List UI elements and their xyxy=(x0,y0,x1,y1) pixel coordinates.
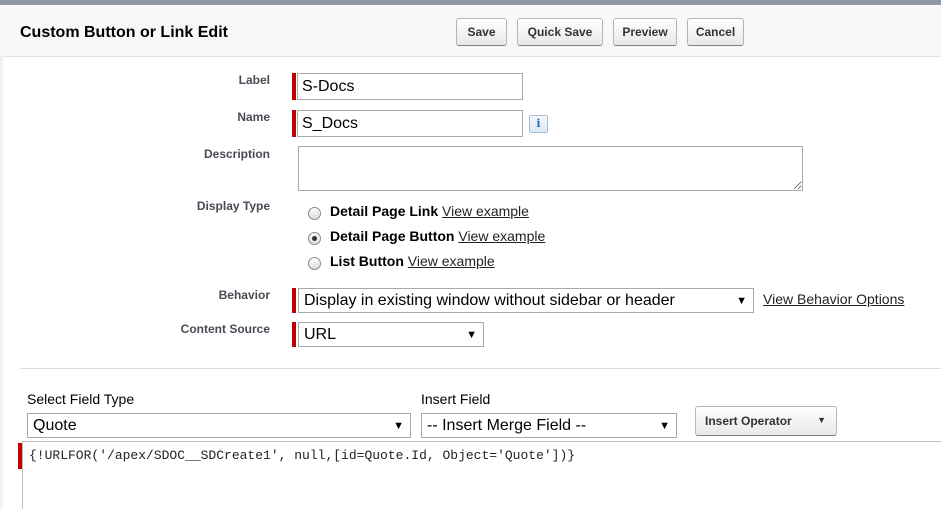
page-header: Custom Button or Link Edit Save Quick Sa… xyxy=(0,5,941,57)
page-title: Custom Button or Link Edit xyxy=(20,24,228,41)
display-type-field-label: Display Type xyxy=(196,199,270,213)
field-type-select[interactable]: Quote ▼ xyxy=(27,413,411,438)
formula-editor[interactable]: {!URLFOR('/apex/SDOC__SDCreate1', null,[… xyxy=(22,441,941,509)
view-example-link[interactable]: View example xyxy=(408,253,495,269)
info-icon[interactable]: i xyxy=(529,115,548,133)
radio-list-button[interactable] xyxy=(308,257,321,270)
preview-button[interactable]: Preview xyxy=(613,18,677,46)
view-example-link[interactable]: View example xyxy=(458,228,545,244)
required-marker xyxy=(292,322,296,347)
behavior-field-label: Behavior xyxy=(218,288,270,302)
name-input[interactable] xyxy=(297,110,523,137)
option-list-button: List Button View example xyxy=(330,253,495,269)
view-example-link[interactable]: View example xyxy=(442,203,529,219)
view-behavior-options-link[interactable]: View Behavior Options xyxy=(763,291,904,307)
chevron-down-icon: ▼ xyxy=(393,420,404,432)
option-detail-page-button: Detail Page Button View example xyxy=(330,228,545,244)
radio-detail-page-button[interactable] xyxy=(308,232,321,245)
description-textarea[interactable] xyxy=(298,146,803,191)
content-source-value: URL xyxy=(304,326,337,343)
insert-field-value: -- Insert Merge Field -- xyxy=(427,417,587,434)
option-detail-page-link: Detail Page Link View example xyxy=(330,203,529,219)
content-source-field-label: Content Source xyxy=(180,322,270,336)
description-field-label: Description xyxy=(203,147,270,161)
quick-save-button[interactable]: Quick Save xyxy=(517,18,603,46)
content-source-select[interactable]: URL ▼ xyxy=(298,322,484,347)
save-button[interactable]: Save xyxy=(456,18,507,46)
required-marker xyxy=(292,110,296,137)
section-divider xyxy=(20,368,941,369)
required-marker xyxy=(292,73,296,100)
chevron-down-icon: ▼ xyxy=(817,415,826,425)
option-label: Detail Page Link xyxy=(330,203,439,219)
behavior-select[interactable]: Display in existing window without sideb… xyxy=(298,288,754,313)
required-marker xyxy=(292,288,296,313)
radio-detail-page-link[interactable] xyxy=(308,207,321,220)
option-label: Detail Page Button xyxy=(330,228,455,244)
insert-field-select[interactable]: -- Insert Merge Field -- ▼ xyxy=(421,413,677,438)
insert-operator-label: Insert Operator xyxy=(705,414,792,428)
select-field-type-label: Select Field Type xyxy=(27,391,135,407)
label-field-label: Label xyxy=(238,73,270,87)
left-gutter xyxy=(0,56,3,509)
option-label: List Button xyxy=(330,253,404,269)
chevron-down-icon: ▼ xyxy=(736,295,747,307)
label-input[interactable] xyxy=(297,73,523,100)
insert-operator-button[interactable]: Insert Operator ▼ xyxy=(695,406,837,436)
behavior-value: Display in existing window without sideb… xyxy=(304,292,675,309)
cancel-button[interactable]: Cancel xyxy=(687,18,744,46)
insert-field-label: Insert Field xyxy=(421,391,491,407)
name-field-label: Name xyxy=(237,110,270,124)
chevron-down-icon: ▼ xyxy=(466,329,477,341)
chevron-down-icon: ▼ xyxy=(659,420,670,432)
field-type-value: Quote xyxy=(33,417,77,434)
